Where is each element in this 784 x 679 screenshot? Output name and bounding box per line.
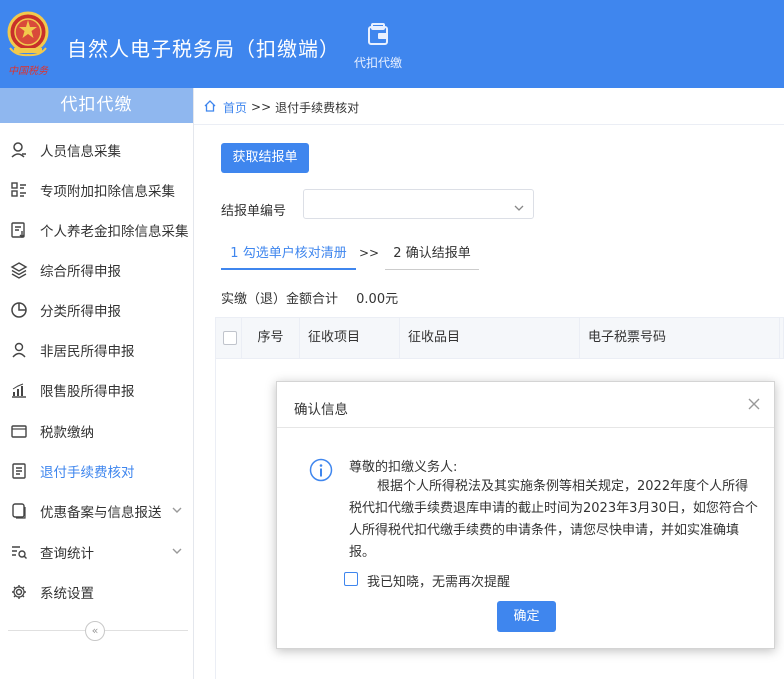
sidebar-item-fee-refund[interactable]: 退付手续费核对 (0, 451, 193, 491)
report-no-select[interactable] (303, 189, 534, 219)
gear-icon (10, 583, 28, 601)
fetch-report-button[interactable]: 获取结报单 (221, 143, 309, 173)
sidebar-item-special-deduction[interactable]: 专项附加扣除信息采集 (0, 170, 193, 210)
total-amount-label: 实缴（退）金额合计 (221, 292, 339, 307)
sidebar-item-label: 系统设置 (40, 586, 94, 602)
confirm-button[interactable]: 确定 (497, 601, 556, 632)
person-icon (10, 141, 28, 159)
sidebar-item-restricted-shares[interactable]: 限售股所得申报 (0, 370, 193, 410)
sidebar-item-query-stats[interactable]: 查询统计 (0, 532, 193, 572)
sidebar-item-classified-income[interactable]: 分类所得申报 (0, 290, 193, 330)
total-amount-row: 实缴（退）金额合计 0.00元 (221, 288, 398, 307)
sidebar-item-tax-payment[interactable]: 税款缴纳 (0, 411, 193, 451)
dont-remind-label[interactable]: 我已知晓，无需再次提醒 (367, 571, 510, 590)
sidebar-item-label: 优惠备案与信息报送 (40, 505, 162, 521)
dialog-message: 根据个人所得税法及其实施条例等相关规定，2022年度个人所得税代扣代缴手续费退库… (349, 479, 758, 560)
breadcrumb-home-link[interactable]: 首页 (223, 99, 247, 116)
column-header-ticket-number: 电子税票号码 (580, 318, 780, 358)
breadcrumb-separator: >> (251, 100, 272, 114)
top-header: 中国税务 自然人电子税务局（扣缴端） 代扣代缴 (0, 0, 784, 88)
tab-step-confirm-report[interactable]: 2 确认结报单 (385, 238, 479, 270)
nav-withholding[interactable]: 代扣代缴 (348, 22, 408, 71)
home-icon[interactable] (203, 99, 217, 116)
sidebar: 代扣代缴 人员信息采集 专项附加扣除信息采集 个人养老金扣除信息采集 综合所得申… (0, 88, 194, 679)
collapse-sidebar-button[interactable]: « (85, 621, 105, 641)
sidebar-item-label: 个人养老金扣除信息采集 (40, 224, 189, 240)
document-download-icon (10, 221, 28, 239)
close-icon[interactable] (746, 396, 762, 412)
sidebar-item-preferential-filing[interactable]: 优惠备案与信息报送 (0, 491, 193, 531)
search-list-icon (10, 543, 28, 561)
step-arrow: >> (359, 246, 380, 260)
sidebar-item-personnel-info[interactable]: 人员信息采集 (0, 130, 193, 170)
table-select-all-cell (216, 318, 242, 358)
info-icon (309, 458, 333, 482)
report-no-label: 结报单编号 (221, 204, 287, 219)
chevron-down-icon[interactable] (171, 504, 183, 516)
breadcrumb: 首页 >> 退付手续费核对 (203, 96, 359, 118)
sidebar-item-system-settings[interactable]: 系统设置 (0, 572, 193, 612)
breadcrumb-divider (194, 124, 784, 125)
dialog-greeting: 尊敬的扣缴义务人: (349, 460, 458, 475)
sidebar-item-label: 限售股所得申报 (40, 384, 135, 400)
bar-chart-icon (10, 381, 28, 399)
column-header-tax-item: 征收项目 (300, 318, 400, 358)
folder-icon (10, 422, 28, 440)
sidebar-item-label: 非居民所得申报 (40, 344, 135, 360)
dialog-title: 确认信息 (294, 402, 348, 418)
wallet-icon (348, 22, 408, 48)
dont-remind-checkbox[interactable] (344, 572, 358, 586)
sidebar-item-label: 人员信息采集 (40, 144, 121, 160)
tax-emblem-icon: 中国税务 (4, 8, 52, 80)
app-title: 自然人电子税务局（扣缴端） (67, 37, 340, 61)
select-all-checkbox[interactable] (223, 331, 237, 345)
list-document-icon (10, 462, 28, 480)
sidebar-title: 代扣代缴 (0, 88, 193, 123)
grid-list-icon (10, 181, 28, 199)
confirm-dialog: 确认信息 尊敬的扣缴义务人: 根据个人所得税法及其实施条例等相关规定，2022年… (276, 381, 775, 649)
column-header-tax-category: 征收品目 (400, 318, 580, 358)
sidebar-item-comprehensive-income[interactable]: 综合所得申报 (0, 250, 193, 290)
emblem-text: 中国税务 (8, 66, 48, 77)
chevron-down-icon[interactable] (171, 545, 183, 557)
copy-icon (10, 502, 28, 520)
sidebar-item-label: 退付手续费核对 (40, 465, 135, 481)
sidebar-item-label: 税款缴纳 (40, 425, 94, 441)
table-header: 序号 征收项目 征收品目 电子税票号码 (215, 317, 784, 359)
sidebar-item-label: 查询统计 (40, 546, 94, 562)
dialog-header: 确认信息 (277, 382, 774, 428)
person-outline-icon (10, 341, 28, 359)
sidebar-item-pension-deduction[interactable]: 个人养老金扣除信息采集 (0, 210, 193, 250)
column-header-index: 序号 (242, 318, 300, 358)
layers-icon (10, 261, 28, 279)
breadcrumb-current: 退付手续费核对 (275, 100, 360, 115)
sidebar-item-label: 分类所得申报 (40, 304, 121, 320)
tab-step-select-households[interactable]: 1 勾选单户核对清册 (221, 238, 356, 270)
total-amount-value: 0.00元 (356, 292, 399, 307)
sidebar-item-label: 专项附加扣除信息采集 (40, 184, 175, 200)
chevron-down-icon (513, 199, 525, 211)
sidebar-item-label: 综合所得申报 (40, 264, 121, 280)
nav-withholding-label: 代扣代缴 (353, 56, 402, 70)
sidebar-item-nonresident-income[interactable]: 非居民所得申报 (0, 330, 193, 370)
pie-chart-icon (10, 301, 28, 319)
